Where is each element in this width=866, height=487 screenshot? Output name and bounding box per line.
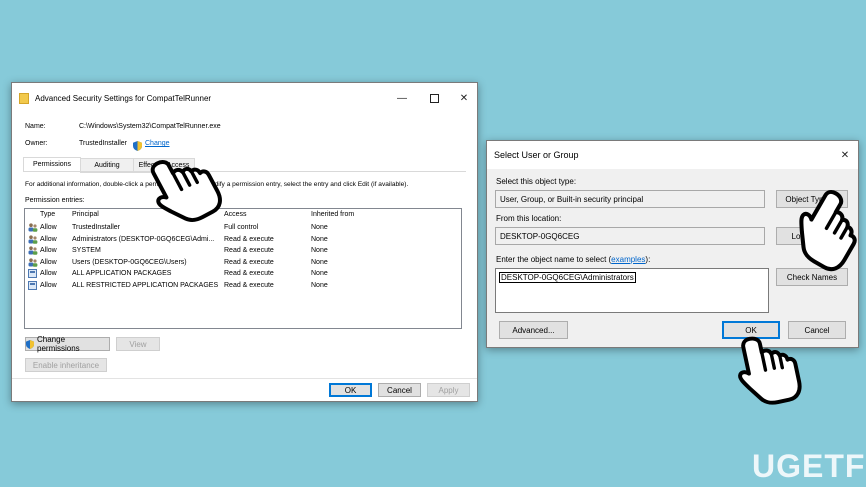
advanced-button[interactable]: Advanced... xyxy=(499,321,568,339)
view-button[interactable]: View xyxy=(116,337,160,351)
table-row[interactable]: Allow ALL APPLICATION PACKAGES Read & exec… xyxy=(25,269,455,280)
window-title: Advanced Security Settings for CompatTel… xyxy=(35,93,212,103)
principal-cell: ALL APPLICATION PACKAGES xyxy=(72,270,172,277)
pointer-hand-icon xyxy=(735,330,805,411)
type-cell: Allow xyxy=(40,235,57,243)
table-row[interactable]: Allow TrustedInstaller Full control None xyxy=(25,223,455,234)
access-cell: Read & execute xyxy=(224,235,274,243)
user-group-icon xyxy=(28,234,38,244)
title-bar: Select User or Group ✕ xyxy=(487,141,858,169)
ugetfix-watermark: UGETFIX xyxy=(752,448,866,484)
minimize-button[interactable]: — xyxy=(387,83,417,113)
type-cell: Allow xyxy=(40,281,57,289)
enter-object-name-label: Enter the object name to select (example… xyxy=(496,255,650,264)
cancel-button[interactable]: Cancel xyxy=(378,383,421,397)
ok-button[interactable]: OK xyxy=(329,383,372,397)
shield-icon xyxy=(26,339,34,349)
apply-button[interactable]: Apply xyxy=(427,383,470,397)
user-group-icon xyxy=(28,246,38,255)
location-field: DESKTOP-0GQ6CEG xyxy=(495,227,765,245)
column-principal[interactable]: Principal xyxy=(72,211,99,218)
package-icon xyxy=(28,269,37,278)
type-cell: Allow xyxy=(40,270,57,277)
inherited-from-cell: None xyxy=(311,247,328,254)
access-cell: Full control xyxy=(224,224,259,231)
inherited-from-cell: None xyxy=(311,235,328,243)
principal-cell: ALL RESTRICTED APPLICATION PACKAGES xyxy=(72,281,219,289)
title-bar: Advanced Security Settings for CompatTel… xyxy=(12,83,477,113)
inherited-from-cell: None xyxy=(311,258,328,266)
table-row[interactable]: Allow Administrators (DESKTOP-0GQ6CEG\Adm… xyxy=(25,234,455,246)
window-title: Select User or Group xyxy=(494,150,579,160)
inherited-from-cell: None xyxy=(311,281,328,289)
tab-divider xyxy=(23,171,466,172)
examples-link[interactable]: examples xyxy=(611,255,645,264)
principal-cell: SYSTEM xyxy=(72,247,101,254)
change-permissions-label: Change permissions xyxy=(37,335,80,353)
object-name-input[interactable]: DESKTOP-0GQ6CEG\Administrators xyxy=(495,268,769,313)
change-permissions-button[interactable]: Change permissions xyxy=(25,335,110,353)
permission-entries-list[interactable]: Type Principal Access Inherited from All… xyxy=(24,208,462,329)
table-row[interactable]: Allow SYSTEM Read & execute None xyxy=(25,246,455,257)
access-cell: Read & execute xyxy=(224,270,274,277)
inherited-from-cell: None xyxy=(311,270,328,277)
pointer-hand-icon xyxy=(150,150,222,230)
principal-cell: Administrators (DESKTOP-0GQ6CEG\Admi... xyxy=(72,235,215,243)
package-icon xyxy=(28,280,37,290)
access-cell: Read & execute xyxy=(224,247,274,254)
object-type-label: Select this object type: xyxy=(496,177,577,186)
enter-label-prefix: Enter the object name to select ( xyxy=(496,255,612,264)
footer-divider xyxy=(12,378,477,379)
access-cell: Read & execute xyxy=(224,258,274,266)
column-inherited-from[interactable]: Inherited from xyxy=(311,211,354,218)
access-cell: Read & execute xyxy=(224,281,274,289)
enter-label-suffix: ): xyxy=(645,255,651,264)
enable-inheritance-button[interactable]: Enable inheritance xyxy=(25,358,107,372)
column-type[interactable]: Type xyxy=(40,211,55,218)
principal-cell: TrustedInstaller xyxy=(72,224,120,231)
principal-cell: Users (DESKTOP-0GQ6CEG\Users) xyxy=(72,258,187,266)
owner-value: TrustedInstaller xyxy=(79,140,127,147)
table-row[interactable]: Allow ALL RESTRICTED APPLICATION PACKAGES… xyxy=(25,280,455,292)
type-cell: Allow xyxy=(40,224,57,231)
inherited-from-cell: None xyxy=(311,224,328,231)
shield-icon xyxy=(133,138,142,151)
column-access[interactable]: Access xyxy=(224,211,247,218)
object-name-value: DESKTOP-0GQ6CEG\Administrators xyxy=(499,272,636,283)
folder-icon xyxy=(19,92,29,104)
owner-label: Owner: xyxy=(25,140,48,147)
entries-label: Permission entries: xyxy=(25,197,85,204)
user-group-icon xyxy=(28,257,38,267)
advanced-security-window: Advanced Security Settings for CompatTel… xyxy=(11,82,478,402)
type-cell: Allow xyxy=(40,258,57,266)
pointer-hand-icon xyxy=(795,188,866,272)
list-header: Type Principal Access Inherited from xyxy=(25,209,461,221)
type-cell: Allow xyxy=(40,247,57,254)
close-button[interactable]: ✕ xyxy=(449,83,479,113)
tab-permissions[interactable]: Permissions xyxy=(23,157,81,172)
close-button[interactable]: ✕ xyxy=(830,141,860,169)
maximize-button[interactable] xyxy=(419,83,449,113)
location-label: From this location: xyxy=(496,214,562,223)
table-row[interactable]: Allow Users (DESKTOP-0GQ6CEG\Users) Read &… xyxy=(25,257,455,269)
name-value: C:\Windows\System32\CompatTelRunner.exe xyxy=(79,123,221,130)
object-type-field: User, Group, or Built-in security princi… xyxy=(495,190,765,208)
change-owner-link[interactable]: Change xyxy=(145,140,170,147)
name-label: Name: xyxy=(25,123,46,130)
user-group-icon xyxy=(28,223,38,232)
